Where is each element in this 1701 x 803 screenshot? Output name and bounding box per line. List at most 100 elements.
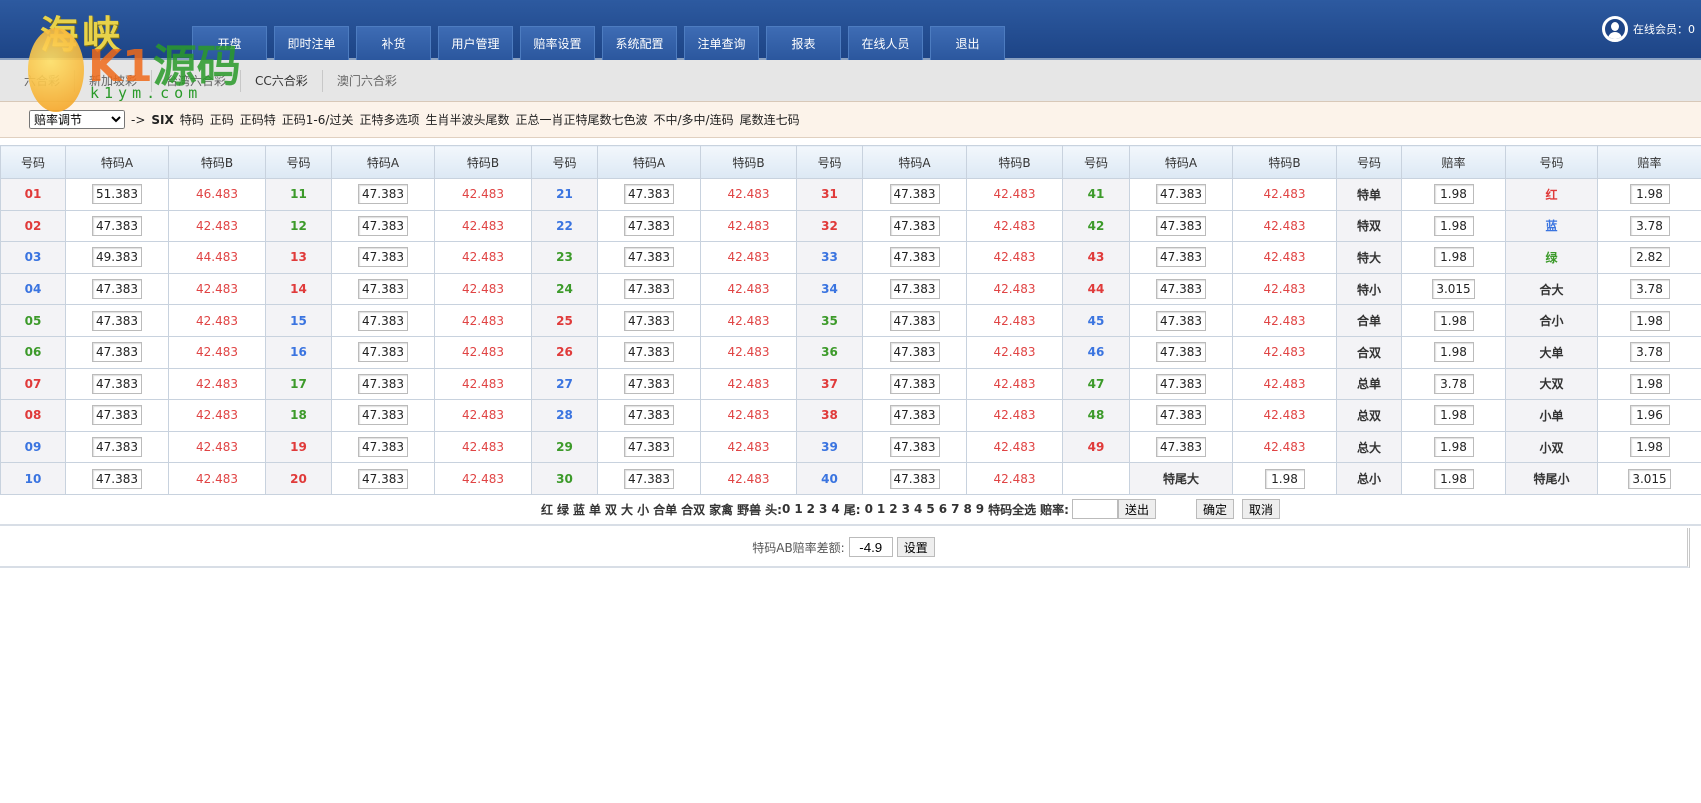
odds-a-input[interactable]: 47.383 <box>889 247 940 268</box>
filter-link[interactable]: 正特多选项 <box>359 111 419 128</box>
nav-odds-settings[interactable]: 赔率设置 <box>520 26 595 60</box>
odds-a-input[interactable]: 47.383 <box>624 184 674 205</box>
ab-diff-input[interactable] <box>848 537 893 557</box>
odds-a-input[interactable]: 47.383 <box>358 247 408 268</box>
odds-a-input[interactable]: 47.383 <box>624 437 674 458</box>
odds-a-input[interactable]: 47.383 <box>92 468 142 489</box>
tail-digit-link[interactable]: 2 <box>889 502 897 516</box>
side-odds-input[interactable]: 1.98 <box>1433 247 1474 268</box>
odds-a-input[interactable]: 47.383 <box>1156 310 1206 331</box>
odds-a-input[interactable]: 47.383 <box>889 215 940 236</box>
nav-logout[interactable]: 退出 <box>930 26 1005 60</box>
filter-link[interactable]: 正码特 <box>240 111 276 128</box>
nav-bet-query[interactable]: 注单查询 <box>684 26 759 60</box>
tail-digit-link[interactable]: 8 <box>963 502 971 516</box>
side-odds-input[interactable]: 3.78 <box>1629 215 1670 236</box>
filter-link[interactable]: 正码 <box>210 111 234 128</box>
odds-a-input[interactable]: 47.383 <box>358 373 408 394</box>
set-button[interactable]: 设置 <box>896 537 935 557</box>
side-odds-input[interactable]: 1.96 <box>1629 405 1670 426</box>
send-button[interactable]: 送出 <box>1117 499 1156 519</box>
mode-select[interactable]: 赔率调节 <box>29 110 125 129</box>
side-odds-input[interactable]: 1.98 <box>1629 373 1670 394</box>
odds-a-input[interactable]: 47.383 <box>1156 437 1206 458</box>
tab-taiwan-six[interactable]: 台湾六合彩 <box>152 69 242 92</box>
odds-a-input[interactable]: 47.383 <box>889 342 940 363</box>
quick-select-link[interactable]: 绿 <box>557 503 569 517</box>
quick-select-link[interactable]: 大 <box>621 503 633 517</box>
odds-a-input[interactable]: 47.383 <box>358 184 408 205</box>
side-odds-input[interactable]: 3.015 <box>1628 468 1671 489</box>
quick-select-link[interactable]: 小 <box>637 503 649 517</box>
odds-a-input[interactable]: 47.383 <box>889 405 940 426</box>
side-odds-input[interactable]: 1.98 <box>1629 184 1670 205</box>
side-odds-input[interactable]: 1.98 <box>1629 437 1670 458</box>
side-odds-input[interactable]: 3.78 <box>1629 279 1670 300</box>
odds-a-input[interactable]: 47.383 <box>358 310 408 331</box>
head-digit-link[interactable]: 0 <box>782 502 790 516</box>
quick-select-link[interactable]: 蓝 <box>573 503 585 517</box>
odds-a-input[interactable]: 47.383 <box>358 437 408 458</box>
odds-a-input[interactable]: 47.383 <box>1156 405 1206 426</box>
side-odds-input[interactable]: 2.82 <box>1629 247 1670 268</box>
odds-a-input[interactable]: 47.383 <box>92 405 142 426</box>
quick-select-link[interactable]: 合单 <box>653 503 677 517</box>
odds-a-input[interactable]: 47.383 <box>358 468 408 489</box>
nav-online-users[interactable]: 在线人员 <box>848 26 923 60</box>
odds-input[interactable] <box>1071 499 1118 519</box>
odds-a-input[interactable]: 47.383 <box>358 342 408 363</box>
odds-a-input[interactable]: 47.383 <box>1156 373 1206 394</box>
odds-a-input[interactable]: 47.383 <box>1156 342 1206 363</box>
odds-a-input[interactable]: 47.383 <box>889 468 940 489</box>
odds-a-input[interactable]: 47.383 <box>92 373 142 394</box>
filter-link[interactable]: 正总一肖正特尾数七色波 <box>515 111 647 128</box>
odds-a-input[interactable]: 51.383 <box>92 184 142 205</box>
nav-live-bets[interactable]: 即时注单 <box>274 26 349 60</box>
odds-a-input[interactable]: 47.383 <box>624 342 674 363</box>
side-odds-input[interactable]: 1.98 <box>1433 437 1474 458</box>
nav-open[interactable]: 开盘 <box>192 26 267 60</box>
odds-a-input[interactable]: 47.383 <box>92 342 142 363</box>
side-odds-input[interactable]: 1.98 <box>1433 215 1474 236</box>
side-odds-input[interactable]: 1.98 <box>1629 310 1670 331</box>
cancel-button[interactable]: 取消 <box>1242 499 1281 519</box>
odds-a-input[interactable]: 47.383 <box>358 405 408 426</box>
odds-a-input[interactable]: 47.383 <box>1156 279 1206 300</box>
head-digit-link[interactable]: 3 <box>819 502 827 516</box>
odds-a-input[interactable]: 47.383 <box>1156 215 1206 236</box>
odds-a-input[interactable]: 47.383 <box>92 310 142 331</box>
odds-a-input[interactable]: 47.383 <box>92 215 142 236</box>
odds-a-input[interactable]: 47.383 <box>624 215 674 236</box>
head-digit-link[interactable]: 1 <box>794 502 802 516</box>
quick-select-link[interactable]: 单 <box>589 503 601 517</box>
odds-a-input[interactable]: 47.383 <box>1156 184 1206 205</box>
tail-digit-link[interactable]: 1 <box>877 502 885 516</box>
tab-macau-six[interactable]: 澳门六合彩 <box>323 70 411 92</box>
tab-hk-six[interactable]: 六合彩 <box>10 69 76 92</box>
side-odds-input[interactable]: 1.98 <box>1433 468 1474 489</box>
nav-reports[interactable]: 报表 <box>766 26 841 60</box>
filter-link[interactable]: 特码 <box>180 111 204 128</box>
extra-odds-input[interactable]: 1.98 <box>1264 468 1305 489</box>
odds-a-input[interactable]: 47.383 <box>624 279 674 300</box>
odds-a-input[interactable]: 47.383 <box>92 279 142 300</box>
head-digit-link[interactable]: 4 <box>831 502 839 516</box>
confirm-button[interactable]: 确定 <box>1196 499 1235 519</box>
tail-digit-link[interactable]: 5 <box>926 502 934 516</box>
side-odds-input[interactable]: 3.015 <box>1432 279 1475 300</box>
nav-users[interactable]: 用户管理 <box>438 26 513 60</box>
odds-a-input[interactable]: 47.383 <box>1156 247 1206 268</box>
tab-singapore[interactable]: 新加坡彩 <box>75 69 153 92</box>
tail-digit-link[interactable]: 6 <box>939 502 947 516</box>
odds-a-input[interactable]: 47.383 <box>889 184 940 205</box>
quick-select-link[interactable]: 野兽 <box>737 503 761 517</box>
filter-link[interactable]: 不中/多中/连码 <box>654 111 734 128</box>
tail-digit-link[interactable]: 4 <box>914 502 922 516</box>
tail-digit-link[interactable]: 9 <box>976 502 984 516</box>
odds-a-input[interactable]: 47.383 <box>624 373 674 394</box>
odds-a-input[interactable]: 47.383 <box>358 279 408 300</box>
tail-digit-link[interactable]: 3 <box>902 502 910 516</box>
quick-select-link[interactable]: 家禽 <box>709 503 733 517</box>
odds-a-input[interactable]: 47.383 <box>889 373 940 394</box>
nav-refill[interactable]: 补货 <box>356 26 431 60</box>
